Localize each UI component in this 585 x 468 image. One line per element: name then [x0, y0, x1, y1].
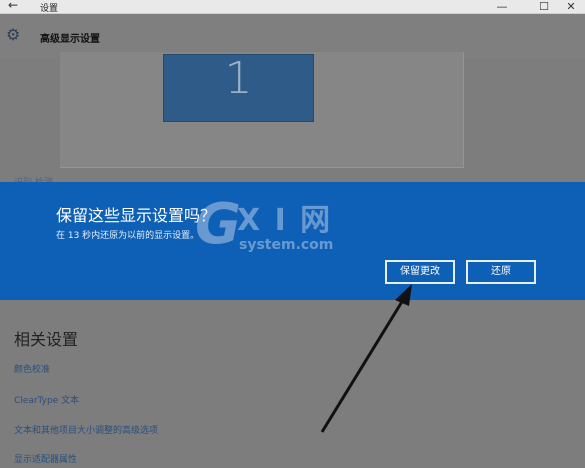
dialog-heading: 保留这些显示设置吗？	[56, 206, 217, 225]
monitor-number: 1	[224, 53, 253, 104]
color-calibration-link[interactable]: 颜色校准	[14, 362, 50, 375]
window-title: 设置	[40, 4, 59, 14]
back-arrow-icon[interactable]: ←	[8, 0, 18, 12]
watermark-domain: system.com	[239, 237, 334, 253]
keep-changes-button[interactable]: 保留更改	[385, 260, 455, 284]
revert-button[interactable]: 还原	[466, 260, 536, 284]
advanced-sizing-link[interactable]: 文本和其他项目大小调整的高级选项	[14, 423, 158, 436]
minimize-button[interactable]: —	[488, 0, 516, 14]
maximize-button[interactable]: ☐	[530, 0, 558, 14]
page-title: 高级显示设置	[40, 34, 100, 45]
monitor-1-tile[interactable]: 1	[163, 54, 314, 122]
close-button[interactable]: ✕	[557, 0, 585, 14]
gear-icon: ⚙	[6, 25, 21, 44]
dialog-countdown-text: 在 13 秒内还原为以前的显示设置。	[56, 231, 200, 241]
cleartype-text-link[interactable]: ClearType 文本	[14, 393, 79, 406]
related-settings-heading: 相关设置	[14, 330, 79, 349]
watermark-text: X I 网	[237, 203, 333, 238]
watermark-g: G	[195, 192, 241, 257]
display-adapter-properties-link[interactable]: 显示适配器属性	[14, 452, 77, 465]
window-title-bar: ← 设置 — ☐ ✕	[0, 0, 585, 14]
